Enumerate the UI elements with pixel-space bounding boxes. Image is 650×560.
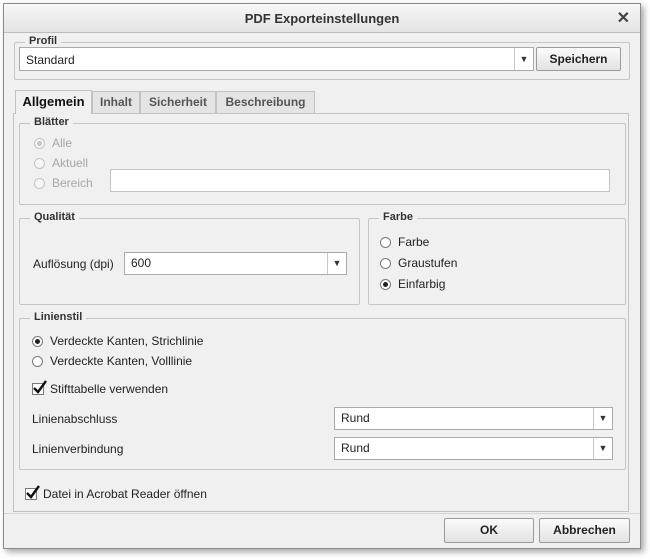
radio-label: Verdeckte Kanten, Volllinie xyxy=(50,354,193,368)
sheets-group: Blätter xyxy=(19,116,626,205)
line-join-value: Rund xyxy=(341,441,370,455)
resolution-value: 600 xyxy=(131,256,152,270)
sheets-all-radio[interactable]: Alle xyxy=(34,136,72,150)
open-acrobat-checkbox[interactable]: Datei in Acrobat Reader öffnen xyxy=(25,485,207,501)
radio-icon xyxy=(380,278,391,290)
radio-label: Bereich xyxy=(52,176,93,190)
check-icon xyxy=(32,380,47,395)
profile-select[interactable]: Standard ▼ xyxy=(19,47,534,71)
radio-label: Graustufen xyxy=(398,256,458,270)
hidden-edges-dashed-radio[interactable]: Verdeckte Kanten, Strichlinie xyxy=(32,334,203,348)
radio-icon xyxy=(34,157,45,169)
hidden-edges-solid-radio[interactable]: Verdeckte Kanten, Volllinie xyxy=(32,354,192,368)
sheets-range-radio[interactable]: Bereich xyxy=(34,176,93,190)
check-icon xyxy=(25,485,40,500)
pdf-export-dialog: PDF Exporteinstellungen ✕ Profil Standar… xyxy=(3,3,641,549)
tab-allgemein[interactable]: Allgemein xyxy=(15,90,92,114)
tab-inhalt[interactable]: Inhalt xyxy=(92,91,140,113)
radio-label: Einfarbig xyxy=(398,277,446,291)
radio-label: Aktuell xyxy=(52,156,89,170)
line-cap-select[interactable]: Rund ▼ xyxy=(334,407,613,430)
line-cap-value: Rund xyxy=(341,411,370,425)
chevron-down-icon[interactable]: ▼ xyxy=(514,48,533,70)
cancel-button[interactable]: Abbrechen xyxy=(539,518,630,543)
color-color-radio[interactable]: Farbe xyxy=(380,235,429,249)
checkbox-label: Stifttabelle verwenden xyxy=(50,382,169,396)
ok-button[interactable]: OK xyxy=(444,518,534,543)
sheets-current-radio[interactable]: Aktuell xyxy=(34,156,88,170)
title-bar: PDF Exporteinstellungen ✕ xyxy=(4,4,640,33)
radio-icon xyxy=(380,236,391,248)
radio-icon xyxy=(32,355,43,367)
radio-icon xyxy=(32,335,43,347)
radio-icon xyxy=(34,137,45,149)
dialog-title: PDF Exporteinstellungen xyxy=(244,11,400,26)
radio-label: Farbe xyxy=(398,235,430,249)
sheets-legend: Blätter xyxy=(30,116,73,128)
chevron-down-icon[interactable]: ▼ xyxy=(593,438,612,459)
checkbox-label: Datei in Acrobat Reader öffnen xyxy=(43,487,207,501)
chevron-down-icon[interactable]: ▼ xyxy=(327,253,346,274)
linestyle-legend: Linienstil xyxy=(30,311,87,323)
color-monochrome-radio[interactable]: Einfarbig xyxy=(380,277,445,291)
resolution-select[interactable]: 600 ▼ xyxy=(124,252,347,275)
chevron-down-icon[interactable]: ▼ xyxy=(593,408,612,429)
tab-sicherheit[interactable]: Sicherheit xyxy=(140,91,216,113)
radio-label: Alle xyxy=(52,136,73,150)
radio-icon xyxy=(380,257,391,269)
profile-legend: Profil xyxy=(25,35,62,47)
line-join-select[interactable]: Rund ▼ xyxy=(334,437,613,460)
profile-value: Standard xyxy=(26,53,75,67)
radio-label: Verdeckte Kanten, Strichlinie xyxy=(50,334,204,348)
resolution-label: Auflösung (dpi) xyxy=(33,257,114,271)
sheets-range-input[interactable] xyxy=(110,169,610,192)
color-legend: Farbe xyxy=(379,211,417,223)
radio-icon xyxy=(34,177,45,189)
footer-divider xyxy=(4,513,640,514)
tab-beschreibung[interactable]: Beschreibung xyxy=(216,91,315,113)
pen-table-checkbox[interactable]: Stifttabelle verwenden xyxy=(32,380,169,396)
line-join-label: Linienverbindung xyxy=(32,442,124,456)
close-icon[interactable]: ✕ xyxy=(617,8,630,28)
color-grayscale-radio[interactable]: Graustufen xyxy=(380,256,457,270)
line-cap-label: Linienabschluss xyxy=(32,412,118,426)
quality-legend: Qualität xyxy=(30,211,79,223)
save-profile-button[interactable]: Speichern xyxy=(536,47,621,71)
